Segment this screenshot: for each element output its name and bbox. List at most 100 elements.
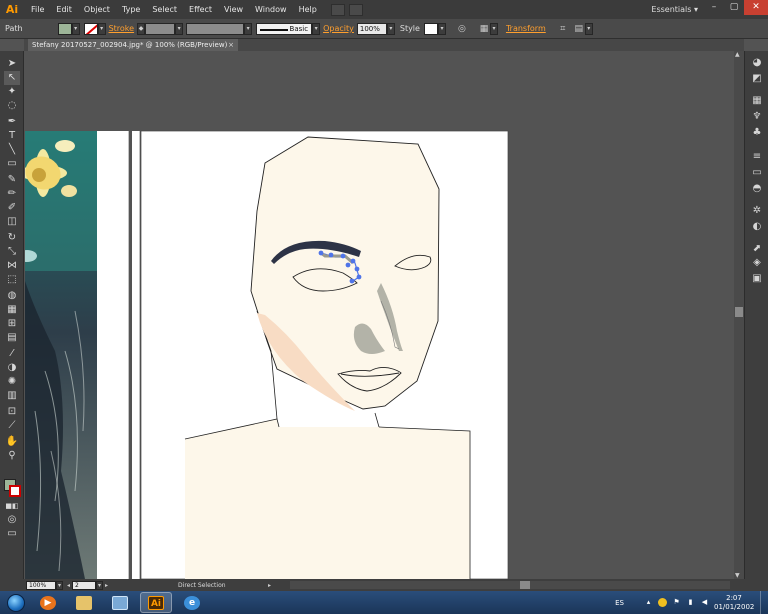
anchor-point[interactable] [328,252,334,258]
graphic-style-swatch[interactable] [423,22,438,35]
menu-file[interactable]: File [25,0,50,19]
stroke-color-indicator[interactable] [9,485,21,497]
artboard-tool-icon[interactable]: ⊡ [4,405,20,419]
menu-object[interactable]: Object [78,0,116,19]
show-desktop-button[interactable] [760,591,768,614]
stroke-color-swatch[interactable] [83,22,98,35]
anchor-point[interactable] [345,262,351,268]
artboard-dropdown[interactable]: ▾ [96,580,104,590]
bridge-button[interactable] [330,3,345,16]
type-tool-icon[interactable]: T [4,129,20,143]
rectangle-tool-icon[interactable]: ▭ [4,157,20,171]
stroke-weight-dropdown[interactable]: ▾ [175,22,184,35]
variable-width-field[interactable] [186,22,245,35]
panel-options-icon[interactable]: ▤ [573,23,585,35]
opacity-link[interactable]: Opacity [323,24,354,33]
stroke-weight-stepper[interactable]: ◆ [137,22,146,35]
clock[interactable]: 2:07 01/01/2002 [714,594,754,612]
show-hidden-icons-icon[interactable]: ▴ [644,598,653,607]
workspace-switcher[interactable]: Essentials ▾ [651,0,698,19]
export-panel-icon[interactable]: ⬈ [751,243,763,255]
brush-definition[interactable]: Basic [256,22,313,35]
notification-icon[interactable] [658,598,667,607]
artboards-panel-icon[interactable]: ▣ [751,273,763,285]
style-dropdown[interactable]: ▾ [437,22,446,35]
anchor-point[interactable] [354,266,360,272]
color-guide-icon[interactable]: ◩ [751,73,763,85]
anchor-point[interactable] [349,278,355,284]
variable-width-dropdown[interactable]: ▾ [244,22,253,35]
selection-tool-icon[interactable]: ➤ [4,57,20,71]
opacity-field[interactable]: 100% [356,22,387,35]
gradient-tool-icon[interactable]: ▤ [4,331,20,345]
panel-options-dropdown[interactable]: ▾ [584,22,593,35]
anchor-point[interactable] [318,250,324,256]
network-icon[interactable]: ▮ [686,598,695,607]
align-icon[interactable]: ▦ [478,23,490,35]
menu-window[interactable]: Window [249,0,293,19]
horizontal-scroll-thumb[interactable] [520,581,530,589]
menu-select[interactable]: Select [146,0,183,19]
vertical-scroll-thumb[interactable] [735,307,743,317]
color-mode-icons[interactable]: ■◧ [4,499,20,513]
zoom-dropdown[interactable]: ▾ [56,580,63,590]
scroll-down-icon[interactable]: ▼ [735,572,740,579]
eraser-tool-icon[interactable]: ◫ [4,215,20,229]
artboard-number-field[interactable]: 2 [72,580,97,590]
lasso-tool-icon[interactable]: ◌ [4,99,20,113]
canvas-area[interactable] [25,51,734,579]
volume-icon[interactable]: ◀ [700,598,709,607]
align-dropdown[interactable]: ▾ [489,22,498,35]
symbol-sprayer-tool-icon[interactable]: ✺ [4,375,20,389]
flag-icon[interactable]: ⚑ [672,598,681,607]
zoom-level-field[interactable]: 100% [26,580,56,590]
fill-color-swatch[interactable] [57,22,72,35]
language-indicator[interactable]: ES [615,599,624,607]
brushes-panel-icon[interactable]: ♆ [751,111,763,123]
taskbar-internet-explorer[interactable]: e [176,592,208,613]
symbols-panel-icon[interactable]: ♣ [751,127,763,139]
first-artboard-icon[interactable]: ◂ [67,582,70,589]
arrange-documents-button[interactable] [348,3,363,16]
scale-tool-icon[interactable]: ⤡ [4,245,20,259]
transform-link[interactable]: Transform [506,24,546,33]
shape-builder-tool-icon[interactable]: ◍ [4,289,20,303]
anchor-point[interactable] [356,274,362,280]
anchor-point[interactable] [350,258,356,264]
document-tab[interactable]: Stefany 20170527_002904.jpg* @ 100% (RGB… [28,39,238,51]
recolor-icon[interactable]: ◎ [456,23,468,35]
graphic-styles-panel-icon[interactable]: ◐ [751,221,763,233]
fill-dropdown[interactable]: ▾ [71,22,80,35]
stroke-weight-field[interactable] [145,22,176,35]
face-shape[interactable] [250,136,440,410]
swatches-panel-icon[interactable]: ▦ [751,95,763,107]
appearance-panel-icon[interactable]: ✲ [751,205,763,217]
minimize-button[interactable]: – [704,0,724,15]
scroll-up-icon[interactable]: ▲ [735,51,740,58]
stroke-link[interactable]: Stroke [109,24,135,33]
draw-mode-icon[interactable]: ◎ [4,513,20,527]
menu-view[interactable]: View [218,0,249,19]
neck-shape[interactable] [185,419,470,579]
status-menu-icon[interactable]: ▸ [268,582,271,589]
rotate-tool-icon[interactable]: ↻ [4,231,20,245]
close-document-icon[interactable]: × [228,39,234,51]
taskbar-media-player[interactable]: ▶ [32,592,64,613]
taskbar-illustrator[interactable]: Ai [140,592,172,613]
transparency-panel-icon[interactable]: ◓ [751,183,763,195]
gradient-panel-icon[interactable]: ▭ [751,167,763,179]
start-button[interactable] [4,591,28,614]
maximize-button[interactable]: ▢ [724,0,744,15]
slice-tool-icon[interactable]: ⟋ [4,419,20,433]
taskbar-file-explorer[interactable] [68,592,100,613]
reference-photo[interactable] [25,131,97,579]
close-button[interactable]: ✕ [744,0,768,15]
zoom-tool-icon[interactable]: ⚲ [4,449,20,463]
next-artboard-icon[interactable]: ▸ [105,582,108,589]
blob-brush-tool-icon[interactable]: ✐ [4,201,20,215]
free-transform-tool-icon[interactable]: ⬚ [4,273,20,287]
stroke-dropdown[interactable]: ▾ [97,22,106,35]
color-panel-icon[interactable]: ◕ [751,57,763,69]
column-graph-tool-icon[interactable]: ▥ [4,389,20,403]
pencil-tool-icon[interactable]: ✏ [4,187,20,201]
